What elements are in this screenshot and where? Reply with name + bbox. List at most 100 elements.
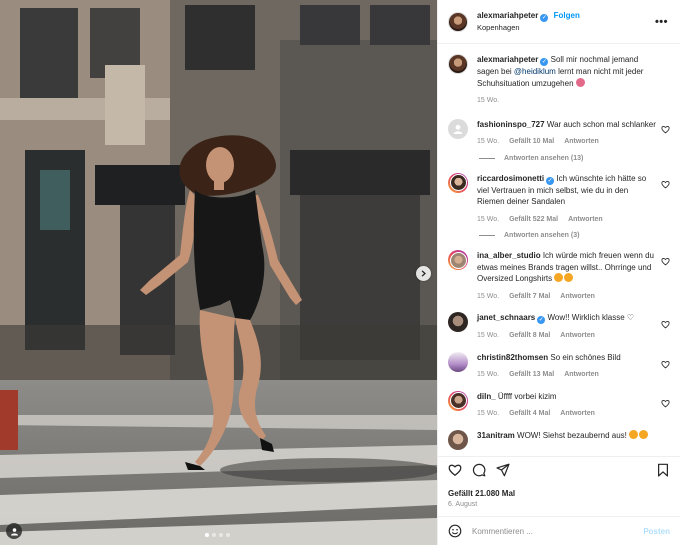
like-comment-heart-icon[interactable] bbox=[661, 360, 670, 369]
comment-bubble-icon[interactable] bbox=[472, 463, 486, 477]
comment-item: 31anitram WOW! Siehst bezaubernd aus! bbox=[448, 420, 670, 450]
divider bbox=[479, 235, 495, 236]
post-likes-count[interactable]: Gefällt 21.080 Mal bbox=[448, 489, 670, 498]
reply-button[interactable]: Antworten bbox=[564, 136, 599, 148]
comment-likes[interactable]: Gefällt 10 Mal bbox=[509, 136, 554, 148]
emoji-icon bbox=[629, 429, 639, 439]
next-image-button[interactable] bbox=[416, 266, 431, 281]
divider bbox=[479, 157, 495, 159]
avatar[interactable] bbox=[448, 250, 468, 270]
heels-emoji-icon bbox=[575, 77, 585, 87]
comment-text: Üffff vorbei kizim bbox=[497, 391, 557, 401]
like-comment-heart-icon[interactable] bbox=[661, 320, 670, 329]
comment-time[interactable]: 15 Wo. bbox=[477, 136, 499, 148]
like-comment-heart-icon[interactable] bbox=[661, 125, 670, 134]
reply-button[interactable]: Antworten bbox=[560, 330, 595, 342]
comment-username[interactable]: riccardosimonetti bbox=[477, 174, 544, 183]
reply-button[interactable]: Antworten bbox=[564, 369, 599, 381]
comment-item: riccardosimonetti ✓ Ich wünschte ich hätt… bbox=[448, 162, 670, 226]
comment-time[interactable]: 15 Wo. bbox=[477, 291, 499, 303]
carousel-dot bbox=[219, 533, 223, 537]
emoji-icon bbox=[564, 273, 574, 282]
author-username[interactable]: alexmariahpeter bbox=[477, 11, 538, 20]
avatar[interactable] bbox=[448, 11, 468, 32]
comment-username[interactable]: diln_ bbox=[477, 392, 496, 401]
post-sidebar: alexmariahpeter ✓ Folgen Kopenhagen ••• a… bbox=[437, 0, 680, 545]
carousel-dot bbox=[226, 533, 230, 537]
emoji-icon bbox=[639, 429, 649, 439]
comment-username[interactable]: ina_alber_studio bbox=[477, 251, 541, 260]
comment-likes[interactable]: Gefällt 13 Mal bbox=[509, 369, 554, 381]
avatar[interactable] bbox=[448, 390, 468, 411]
default-avatar-icon bbox=[453, 124, 463, 134]
comment-likes[interactable]: Gefällt 4 Mal bbox=[509, 408, 550, 420]
comment-time[interactable]: 15 Wo. bbox=[477, 369, 499, 381]
avatar[interactable] bbox=[448, 429, 468, 450]
comment-input[interactable] bbox=[472, 526, 644, 536]
avatar[interactable] bbox=[448, 351, 468, 372]
view-replies-label: Antworten ansehen (3) bbox=[504, 232, 580, 239]
view-replies-button[interactable]: Antworten ansehen (13) bbox=[479, 155, 670, 162]
comment-item: janet_schnaars ✓ Wow!! Wirklich klasse ♡ … bbox=[448, 302, 670, 342]
comment-username[interactable]: alexmariahpeter bbox=[477, 55, 538, 64]
comment-text: So ein schönes Bild bbox=[550, 352, 621, 362]
mention-link[interactable]: @heidiklum bbox=[514, 67, 556, 76]
comment-time[interactable]: 15 Wo. bbox=[477, 214, 499, 226]
avatar[interactable] bbox=[448, 312, 468, 332]
verified-icon: ✓ bbox=[540, 58, 549, 66]
location-link[interactable]: Kopenhagen bbox=[477, 22, 653, 33]
reply-button[interactable]: Antworten bbox=[568, 214, 603, 226]
comment-time[interactable]: 15 Wo. bbox=[477, 408, 499, 420]
street-photo bbox=[0, 0, 437, 545]
like-comment-heart-icon[interactable] bbox=[661, 180, 670, 189]
comment-likes[interactable]: Gefällt 7 Mal bbox=[509, 291, 550, 303]
comment-time[interactable]: 15 Wo. bbox=[477, 330, 499, 342]
carousel-dot bbox=[212, 533, 216, 537]
user-icon bbox=[10, 527, 18, 535]
post-actions: Gefällt 21.080 Mal 6. August bbox=[438, 456, 680, 516]
bookmark-icon[interactable] bbox=[656, 463, 670, 477]
comment-username[interactable]: christin82thomsen bbox=[477, 353, 548, 362]
comment-username[interactable]: janet_schnaars bbox=[477, 313, 535, 322]
verified-icon: ✓ bbox=[540, 14, 549, 22]
reply-button[interactable]: Antworten bbox=[560, 291, 595, 303]
comment-time[interactable]: 15 Wo. bbox=[477, 95, 499, 107]
tagged-users-button[interactable] bbox=[6, 523, 22, 539]
view-replies-button[interactable]: Antworten ansehen (3) bbox=[479, 232, 670, 239]
comment-item: diln_ Üffff vorbei kizim 15 Wo. Gefällt 4… bbox=[448, 381, 670, 420]
comment-text: WOW! Siehst bezaubernd aus! bbox=[517, 430, 630, 440]
view-replies-label: Antworten ansehen (13) bbox=[504, 154, 584, 162]
comment-text: War auch schon mal schlanker bbox=[546, 119, 656, 129]
comment-item: fashioninspo_727 War auch schon mal schl… bbox=[448, 107, 670, 148]
avatar[interactable] bbox=[448, 172, 468, 193]
comment-item: christin82thomsen So ein schönes Bild 15… bbox=[448, 342, 670, 381]
like-heart-icon[interactable] bbox=[448, 463, 462, 477]
comments-list[interactable]: alexmariahpeter ✓ Soll mir nochmal jemand… bbox=[438, 44, 680, 456]
carousel-dots bbox=[205, 533, 230, 537]
comment-username[interactable]: fashioninspo_727 bbox=[477, 120, 545, 129]
comment-username[interactable]: 31anitram bbox=[477, 431, 515, 440]
post-comment-button[interactable]: Posten bbox=[643, 527, 670, 536]
share-send-icon[interactable] bbox=[496, 463, 510, 477]
reply-button[interactable]: Antworten bbox=[560, 408, 595, 420]
post-date[interactable]: 6. August bbox=[448, 501, 670, 508]
comment-likes[interactable]: Gefällt 522 Mal bbox=[509, 214, 558, 226]
post-header: alexmariahpeter ✓ Folgen Kopenhagen ••• bbox=[438, 0, 680, 44]
follow-button[interactable]: Folgen bbox=[554, 11, 580, 20]
avatar[interactable] bbox=[448, 118, 468, 139]
comment-likes[interactable]: Gefällt 8 Mal bbox=[509, 330, 550, 342]
comment-text: Wow!! Wirklich klasse ♡ bbox=[547, 313, 635, 322]
post-image bbox=[0, 0, 437, 545]
caption: alexmariahpeter ✓ Soll mir nochmal jemand… bbox=[448, 44, 670, 107]
avatar[interactable] bbox=[448, 54, 468, 74]
emoji-smile-icon[interactable] bbox=[448, 524, 462, 538]
emoji-icon bbox=[554, 273, 564, 282]
carousel-dot bbox=[205, 533, 209, 537]
verified-icon: ✓ bbox=[537, 316, 546, 324]
like-comment-heart-icon[interactable] bbox=[661, 399, 670, 408]
chevron-right-icon bbox=[421, 270, 426, 277]
like-comment-heart-icon[interactable] bbox=[661, 257, 670, 266]
more-options-button[interactable]: ••• bbox=[653, 16, 670, 28]
comment-composer: Posten bbox=[438, 516, 680, 545]
verified-icon: ✓ bbox=[546, 176, 555, 185]
